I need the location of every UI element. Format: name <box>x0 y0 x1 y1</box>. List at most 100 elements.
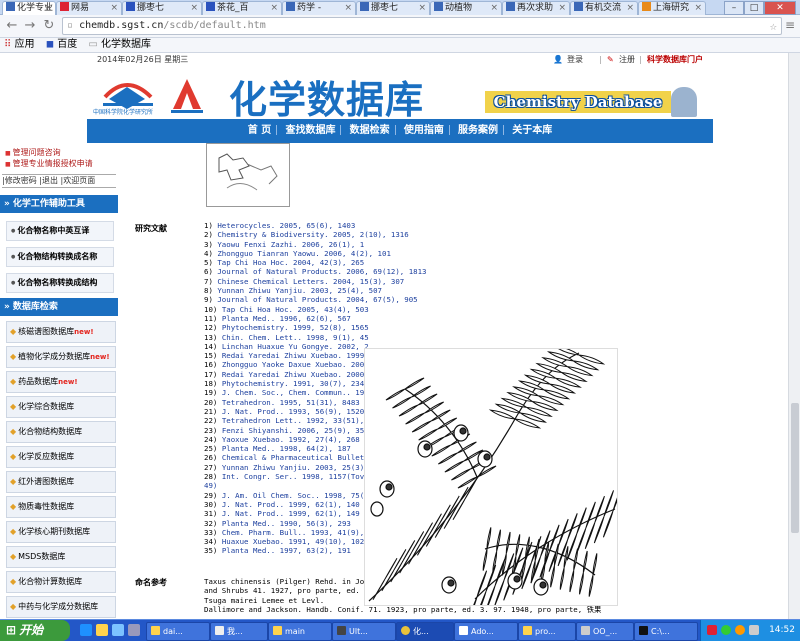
database-item[interactable]: ◆ 核磁谱图数据库new! <box>6 321 116 343</box>
reference-item[interactable]: 8) Yunnan Zhiwu Yanjiu. 2003, 25(4), 507 <box>204 286 427 295</box>
database-item[interactable]: ◆ MSDS数据库 <box>6 546 116 568</box>
database-item[interactable]: ◆ 化学反应数据库 <box>6 446 116 468</box>
nav-home[interactable]: 首 页 <box>243 119 276 143</box>
reference-item[interactable]: 11) Planta Med.. 1996, 62(6), 567 <box>204 314 427 323</box>
close-window-icon[interactable]: ✕ <box>764 1 796 15</box>
portal-link[interactable]: 科学数据库门户 <box>647 53 703 67</box>
reference-item[interactable]: 2) Chemistry & Biodiversity. 2005, 2(10)… <box>204 230 427 239</box>
bookmark-apps[interactable]: 应用 <box>15 39 35 50</box>
database-item[interactable]: ◆ 化合物计算数据库 <box>6 571 116 593</box>
reference-item[interactable]: 7) Chinese Chemical Letters. 2004, 15(3)… <box>204 277 427 286</box>
reference-item[interactable]: 10) Tap Chi Hoa Hoc. 2005, 43(4), 503 <box>204 305 427 314</box>
close-tab-icon[interactable]: × <box>110 2 118 15</box>
nav-about[interactable]: 关于本库 <box>507 119 557 143</box>
taskbar-item[interactable]: main <box>268 622 332 641</box>
tool-name-translate[interactable]: 化合物名称中英互译 <box>6 221 114 241</box>
browser-tab[interactable]: 动植物 × <box>430 1 502 15</box>
taskbar-item[interactable]: 我... <box>210 622 268 641</box>
reference-item[interactable]: 9) Journal of Natural Products. 2004, 67… <box>204 295 427 304</box>
main-navigation: 首 页 查找数据库 数据检索 使用指南 服务案例 关于本库 <box>87 119 713 145</box>
browser-tab[interactable]: 网易 × <box>56 1 122 15</box>
back-arrow-icon[interactable]: ← <box>4 18 20 33</box>
close-tab-icon[interactable]: × <box>694 2 702 15</box>
tray-app-icon[interactable] <box>735 625 745 635</box>
login-link[interactable]: 登录 <box>567 53 583 67</box>
close-tab-icon[interactable]: × <box>626 2 634 15</box>
taskbar-item[interactable]: dai... <box>146 622 210 641</box>
taskbar-item[interactable]: C:\... <box>634 622 698 641</box>
folder-icon <box>151 626 160 635</box>
browser-tab[interactable]: 挪枣七 × <box>122 1 202 15</box>
browser-tab[interactable]: 茶花_百 × <box>202 1 282 15</box>
database-item[interactable]: ◆ 药品数据库new! <box>6 371 116 393</box>
database-item[interactable]: ◆ 物质毒性数据库 <box>6 496 116 518</box>
scrollbar-thumb[interactable] <box>791 403 799 533</box>
paw-icon <box>126 2 135 11</box>
close-tab-icon[interactable]: × <box>44 2 52 15</box>
reference-item[interactable]: 12) Phytochemistry. 1999, 52(8), 1565 <box>204 323 427 332</box>
reference-item[interactable]: 3) Yaowu Fenxi Zazhi. 2006, 26(1), 1 <box>204 240 427 249</box>
antivirus-icon[interactable] <box>707 625 717 635</box>
sidebar-link-authorization[interactable]: 管理专业情报授权申请 <box>5 158 93 169</box>
bookmark-chemdb[interactable]: 化学数据库 <box>101 39 151 50</box>
close-tab-icon[interactable]: × <box>190 2 198 15</box>
browser-tab[interactable]: 上海研究 × <box>638 1 706 15</box>
database-item[interactable]: ◆ 化合物结构数据库 <box>6 421 116 443</box>
institute-logo[interactable] <box>167 73 207 115</box>
reference-item[interactable]: 13) Chin. Chem. Lett.. 1998, 9(1), 45 <box>204 333 427 342</box>
ie-icon[interactable] <box>80 624 92 636</box>
bullet-icon: ◆ <box>10 377 17 386</box>
desktop-icon[interactable] <box>112 624 124 636</box>
maximize-window-icon[interactable]: □ <box>744 1 764 15</box>
browser-tab[interactable]: 药学 - × <box>282 1 356 15</box>
close-tab-icon[interactable]: × <box>490 2 498 15</box>
reference-item[interactable]: 1) Heterocycles. 2005, 65(6), 1403 <box>204 221 427 230</box>
reference-item[interactable]: 4) Zhongguo Tianran Yaowu. 2006, 4(2), 1… <box>204 249 427 258</box>
browser-tab[interactable]: 有机交流 × <box>570 1 638 15</box>
database-item[interactable]: ◆ 化学核心期刊数据库 <box>6 521 116 543</box>
folder-icon[interactable] <box>96 624 108 636</box>
logout-link[interactable]: |退出 <box>39 176 58 185</box>
browser-tab[interactable]: 再次求助 × <box>502 1 570 15</box>
register-link[interactable]: 注册 <box>619 53 635 67</box>
database-item[interactable]: ◆ 中药与化学成分数据库 <box>6 596 116 618</box>
volume-icon[interactable] <box>749 625 759 635</box>
menu-icon[interactable]: ≡ <box>782 18 798 32</box>
reference-item[interactable]: 5) Tap Chi Hoa Hoc. 2004, 42(3), 265 <box>204 258 427 267</box>
star-bookmark-icon[interactable]: ☆ <box>770 18 777 34</box>
taskbar-item[interactable]: Ado... <box>454 622 518 641</box>
nav-user-guide[interactable]: 使用指南 <box>399 119 449 143</box>
address-bar[interactable]: ▫ chemdb.sgst.cn/scdb/default.htm ☆ <box>62 17 782 35</box>
browser-tab[interactable]: 化学专业 × <box>2 1 56 15</box>
page-scrollbar[interactable] <box>788 53 800 619</box>
database-item[interactable]: ◆ 植物化学成分数据库new! <box>6 346 116 368</box>
database-item[interactable]: ◆ 红外谱图数据库 <box>6 471 116 493</box>
minimize-window-icon[interactable]: – <box>724 1 744 15</box>
close-tab-icon[interactable]: × <box>344 2 352 15</box>
taskbar-item[interactable]: Ult... <box>332 622 396 641</box>
close-tab-icon[interactable]: × <box>558 2 566 15</box>
taskbar-item[interactable]: pro... <box>518 622 576 641</box>
sidebar-link-consult[interactable]: 管理问题咨询 <box>5 147 61 158</box>
forward-arrow-icon[interactable]: → <box>22 18 38 33</box>
taskbar-item[interactable]: OO_... <box>576 622 634 641</box>
chrome-icon <box>401 626 410 635</box>
start-button[interactable]: ⊞ 开始 <box>0 620 70 641</box>
close-tab-icon[interactable]: × <box>418 2 426 15</box>
reference-item[interactable]: 6) Journal of Natural Products. 2006, 69… <box>204 267 427 276</box>
nav-find-database[interactable]: 查找数据库 <box>280 119 340 143</box>
welcome-page-link[interactable]: |欢迎页面 <box>61 176 96 185</box>
reload-icon[interactable]: ↻ <box>41 18 57 33</box>
tool-structure-to-name[interactable]: 化合物结构转换成名称 <box>6 247 114 267</box>
bookmark-baidu[interactable]: 百度 <box>57 39 77 50</box>
quicklaunch-icon[interactable] <box>128 624 140 636</box>
close-tab-icon[interactable]: × <box>270 2 278 15</box>
browser-tab[interactable]: 挪枣七 × <box>356 1 430 15</box>
taskbar-item-active[interactable]: 化... <box>396 622 454 641</box>
database-item[interactable]: ◆ 化学综合数据库 <box>6 396 116 418</box>
change-password-link[interactable]: |修改密码 <box>2 176 37 185</box>
nav-data-search[interactable]: 数据检索 <box>345 119 395 143</box>
tool-name-to-structure[interactable]: 化合物名称转换成结构 <box>6 273 114 293</box>
network-icon[interactable] <box>721 625 731 635</box>
nav-service-cases[interactable]: 服务案例 <box>453 119 503 143</box>
